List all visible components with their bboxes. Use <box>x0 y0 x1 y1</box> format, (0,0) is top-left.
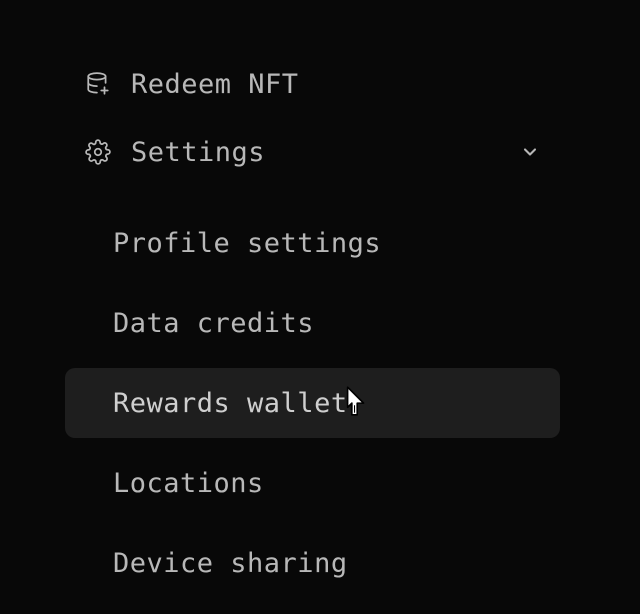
submenu-item-profile-settings[interactable]: Profile settings <box>65 208 560 278</box>
database-plus-icon <box>85 71 111 97</box>
submenu-item-label: Device sharing <box>113 548 348 579</box>
submenu-item-locations[interactable]: Locations <box>65 448 560 518</box>
submenu-item-label: Profile settings <box>113 228 381 259</box>
sidebar-menu: Redeem NFT Settings Profile settings Dat… <box>65 0 560 608</box>
nav-item-label: Settings <box>131 137 265 168</box>
submenu-item-label: Locations <box>113 468 264 499</box>
submenu-item-rewards-wallet[interactable]: Rewards wallet <box>65 368 560 438</box>
chevron-down-icon <box>520 142 540 162</box>
nav-item-redeem-nft[interactable]: Redeem NFT <box>65 50 560 118</box>
nav-item-settings[interactable]: Settings <box>65 118 560 186</box>
submenu-item-label: Data credits <box>113 308 314 339</box>
submenu-item-data-credits[interactable]: Data credits <box>65 288 560 358</box>
gear-icon <box>85 139 111 165</box>
submenu-item-device-sharing[interactable]: Device sharing <box>65 528 560 598</box>
nav-item-label: Redeem NFT <box>131 69 299 100</box>
settings-submenu: Profile settings Data credits Rewards wa… <box>65 186 560 598</box>
submenu-item-label: Rewards wallet <box>113 388 348 419</box>
